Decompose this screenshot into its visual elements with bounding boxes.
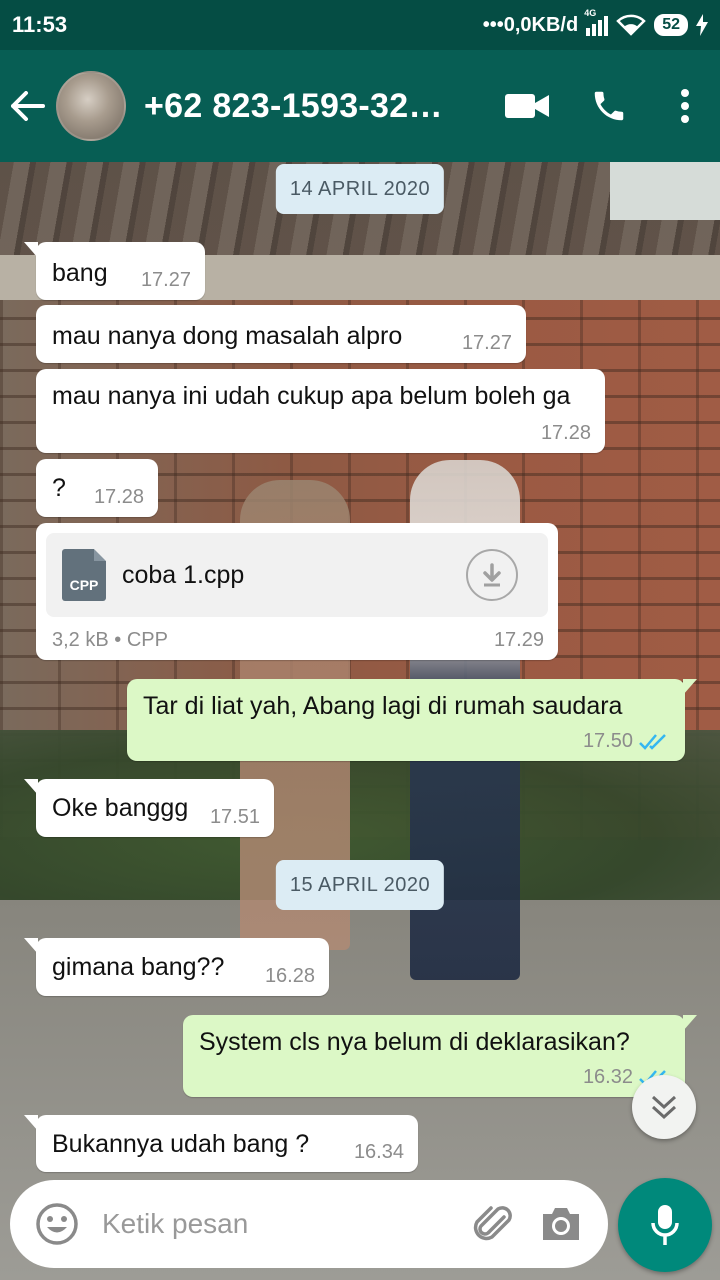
message-text: mau nanya dong masalah alpro: [52, 322, 403, 350]
message-text: mau nanya ini udah cukup apa belum boleh…: [52, 382, 571, 410]
status-time: 11:53: [12, 12, 68, 37]
file-type-icon: CPP: [62, 549, 106, 601]
incoming-message[interactable]: mau nanya ini udah cukup apa belum boleh…: [36, 369, 605, 453]
file-message[interactable]: CPP coba 1.cpp 3,2 kB • CPP 17.29: [36, 523, 558, 660]
double-check-icon: [639, 733, 666, 750]
message-time: 17.51: [210, 806, 260, 829]
message-text: Bukannya udah bang ?: [52, 1130, 310, 1158]
more-options-button[interactable]: [650, 50, 720, 162]
message-timestamp: 17.27: [140, 269, 191, 291]
message-timestamp: 17.50: [582, 730, 633, 752]
incoming-message[interactable]: mau nanya dong masalah alpro 17.27: [36, 305, 526, 363]
battery-indicator: 52: [654, 14, 688, 36]
incoming-message[interactable]: bang 17.27: [24, 242, 205, 300]
message-timestamp: 17.51: [209, 806, 260, 828]
outgoing-message[interactable]: Tar di liat yah, Abang lagi di rumah sau…: [127, 679, 697, 761]
message-text: gimana bang??: [52, 953, 225, 981]
message-input[interactable]: Ketik pesan: [102, 1208, 452, 1240]
message-time: 17.27: [141, 269, 191, 292]
download-button[interactable]: [466, 549, 518, 601]
incoming-message[interactable]: ? 17.28: [36, 459, 158, 517]
message-time: 16.28: [265, 965, 315, 988]
video-call-button[interactable]: [486, 50, 568, 162]
message-timestamp: 16.32: [582, 1066, 633, 1088]
voice-message-button[interactable]: [618, 1178, 712, 1272]
more-vert-icon: [681, 89, 689, 123]
attach-icon: [473, 1206, 512, 1241]
message-timestamp: 17.29: [493, 629, 544, 651]
chat-header: +62 823-1593-32…: [0, 50, 720, 162]
status-right: •••0,0KB/d 4G 52: [482, 8, 708, 37]
message-timestamp: 16.28: [264, 965, 315, 987]
bubble-tail: [24, 242, 38, 258]
contact-avatar[interactable]: [56, 71, 126, 141]
charging-icon: [696, 14, 708, 36]
network-type-badge: 4G: [584, 8, 597, 18]
message-text: Oke banggg: [52, 794, 189, 822]
mic-icon: [651, 1205, 679, 1245]
contact-name[interactable]: +62 823-1593-32…: [144, 87, 486, 126]
scroll-to-bottom-button[interactable]: [632, 1075, 696, 1139]
file-card[interactable]: CPP coba 1.cpp: [46, 533, 548, 617]
incoming-message[interactable]: Bukannya udah bang ? 16.34: [24, 1115, 418, 1172]
bubble-tail: [683, 1015, 697, 1031]
status-bar: 11:53 •••0,0KB/d 4G 52: [0, 0, 720, 50]
bubble-tail: [24, 779, 38, 795]
bubble-tail: [683, 679, 697, 695]
message-time: 17.28: [541, 422, 591, 445]
incoming-message[interactable]: Oke banggg 17.51: [24, 779, 274, 837]
network-speed: •••0,0KB/d: [482, 13, 579, 36]
message-timestamp: 17.28: [93, 486, 144, 508]
message-list[interactable]: 14 APRIL 2020 bang 17.27 mau nanya dong …: [0, 162, 720, 1172]
signal-icon: 4G: [584, 8, 609, 36]
message-time: 16.34: [354, 1141, 404, 1164]
message-text: System cls nya belum di deklarasikan?: [199, 1028, 630, 1056]
emoji-button[interactable]: [30, 1197, 84, 1251]
camera-icon: [543, 1208, 579, 1240]
attach-button[interactable]: [466, 1197, 520, 1251]
message-time: 17.27: [462, 332, 512, 355]
phone-icon: [594, 91, 624, 121]
scroll-down-icon: [651, 1095, 677, 1120]
outgoing-message[interactable]: System cls nya belum di deklarasikan? 16…: [183, 1015, 697, 1097]
message-timestamp: 16.34: [353, 1141, 404, 1163]
message-text: Tar di liat yah, Abang lagi di rumah sau…: [143, 692, 623, 720]
bubble-tail: [24, 1115, 38, 1131]
voice-call-button[interactable]: [568, 50, 650, 162]
date-separator: 14 APRIL 2020: [275, 164, 445, 214]
bubble-tail: [24, 938, 38, 954]
message-composer: Ketik pesan: [10, 1180, 608, 1268]
date-separator: 15 APRIL 2020: [275, 860, 445, 910]
message-timestamp: 17.28: [540, 422, 591, 444]
back-button[interactable]: [0, 50, 56, 162]
camera-button[interactable]: [534, 1197, 588, 1251]
file-meta: 3,2 kB • CPP: [52, 629, 168, 651]
message-time: 17.28: [94, 486, 144, 509]
emoji-icon: [36, 1203, 78, 1245]
video-call-icon: [505, 94, 549, 118]
wifi-icon: [616, 14, 647, 36]
message-time: 17.29: [494, 629, 544, 652]
message-text: ?: [52, 474, 66, 502]
download-icon: [483, 563, 501, 587]
message-timestamp: 17.27: [461, 332, 512, 354]
message-time: 17.50: [583, 730, 671, 753]
file-name: coba 1.cpp: [122, 560, 245, 589]
back-arrow-icon: [11, 91, 45, 121]
message-text: bang: [52, 259, 108, 287]
incoming-message[interactable]: gimana bang?? 16.28: [24, 938, 329, 996]
